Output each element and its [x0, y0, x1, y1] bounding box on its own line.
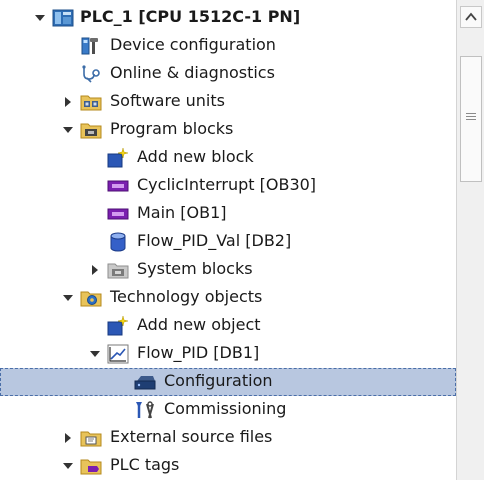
- vertical-scrollbar[interactable]: [456, 0, 484, 480]
- device-config-icon: [81, 37, 98, 55]
- organization-block-icon: [107, 208, 129, 220]
- tree-item-label: Device configuration: [110, 35, 276, 54]
- tree-item-label: Commissioning: [164, 399, 287, 418]
- commissioning-icon: [136, 401, 154, 419]
- tree-item-label: Software units: [110, 91, 225, 110]
- tree-item-plc-1[interactable]: PLC_1 [CPU 1512C-1 PN]: [0, 4, 456, 32]
- expanded-arrow-icon[interactable]: [34, 12, 46, 24]
- tree-item-label: Flow_PID [DB1]: [137, 343, 260, 362]
- scrollbar-thumb[interactable]: [460, 56, 482, 182]
- tree-item-label: Online & diagnostics: [110, 63, 275, 82]
- tree-item-label: Add new block: [137, 147, 254, 166]
- tree-item-add-new-object[interactable]: Add new object: [0, 312, 456, 340]
- plc-tags-folder-icon: [80, 459, 102, 475]
- tree-item-label: PLC_1 [CPU 1512C-1 PN]: [80, 7, 301, 26]
- system-blocks-folder-icon: [107, 263, 129, 279]
- tree-item-label: System blocks: [137, 259, 253, 278]
- tree-item-flow-pid-val-db2[interactable]: Flow_PID_Val [DB2]: [0, 228, 456, 256]
- tree-item-technology-objects[interactable]: Technology objects: [0, 284, 456, 312]
- organization-block-icon: [107, 180, 129, 192]
- tree-item-system-blocks[interactable]: System blocks: [0, 256, 456, 284]
- collapsed-arrow-icon[interactable]: [62, 96, 74, 108]
- tree-item-plc-tags[interactable]: PLC tags: [0, 452, 456, 480]
- collapsed-arrow-icon[interactable]: [89, 264, 101, 276]
- program-blocks-folder-icon: [80, 123, 102, 139]
- project-tree: PLC_1 [CPU 1512C-1 PN] Device configurat…: [0, 0, 456, 480]
- tree-item-label: Technology objects: [110, 287, 263, 306]
- expanded-arrow-icon[interactable]: [62, 460, 74, 472]
- tree-item-software-units[interactable]: Software units: [0, 88, 456, 116]
- tree-item-online-diagnostics[interactable]: Online & diagnostics: [0, 60, 456, 88]
- tree-item-program-blocks[interactable]: Program blocks: [0, 116, 456, 144]
- scroll-up-button[interactable]: [460, 6, 482, 28]
- tree-item-configuration[interactable]: Configuration: [0, 368, 456, 396]
- expanded-arrow-icon[interactable]: [89, 348, 101, 360]
- tree-item-label: CyclicInterrupt [OB30]: [137, 175, 317, 194]
- tree-item-label: Main [OB1]: [137, 203, 227, 222]
- thumb-grip-line: [466, 113, 476, 114]
- external-source-files-folder-icon: [80, 431, 102, 447]
- tree-item-commissioning[interactable]: Commissioning: [0, 396, 456, 424]
- tree-item-label: Add new object: [137, 315, 261, 334]
- collapsed-arrow-icon[interactable]: [62, 432, 74, 444]
- chevron-up-icon: [465, 12, 477, 21]
- tree-item-cyclicinterrupt-ob30[interactable]: CyclicInterrupt [OB30]: [0, 172, 456, 200]
- data-block-icon: [110, 232, 126, 252]
- tree-item-device-configuration[interactable]: Device configuration: [0, 32, 456, 60]
- tree-item-label: PLC tags: [110, 455, 180, 474]
- tree-item-flow-pid-db1[interactable]: Flow_PID [DB1]: [0, 340, 456, 368]
- pid-object-icon: [107, 344, 129, 364]
- add-new-object-icon: [107, 316, 129, 336]
- online-diagnostics-icon: [82, 65, 100, 83]
- thumb-grip-line: [466, 119, 476, 120]
- tree-item-main-ob1[interactable]: Main [OB1]: [0, 200, 456, 228]
- expanded-arrow-icon[interactable]: [62, 292, 74, 304]
- tree-item-label: Flow_PID_Val [DB2]: [137, 231, 292, 250]
- add-new-block-icon: [107, 148, 129, 168]
- tree-item-add-new-block[interactable]: Add new block: [0, 144, 456, 172]
- tree-item-label: Configuration: [164, 371, 273, 390]
- plc-icon: [52, 9, 74, 27]
- software-units-folder-icon: [80, 95, 102, 111]
- thumb-grip-line: [466, 116, 476, 117]
- tree-item-external-source-files[interactable]: External source files: [0, 424, 456, 452]
- configuration-icon: [134, 376, 156, 390]
- technology-objects-folder-icon: [80, 291, 102, 307]
- tree-item-label: External source files: [110, 427, 273, 446]
- tree-item-label: Program blocks: [110, 119, 234, 138]
- expanded-arrow-icon[interactable]: [62, 124, 74, 136]
